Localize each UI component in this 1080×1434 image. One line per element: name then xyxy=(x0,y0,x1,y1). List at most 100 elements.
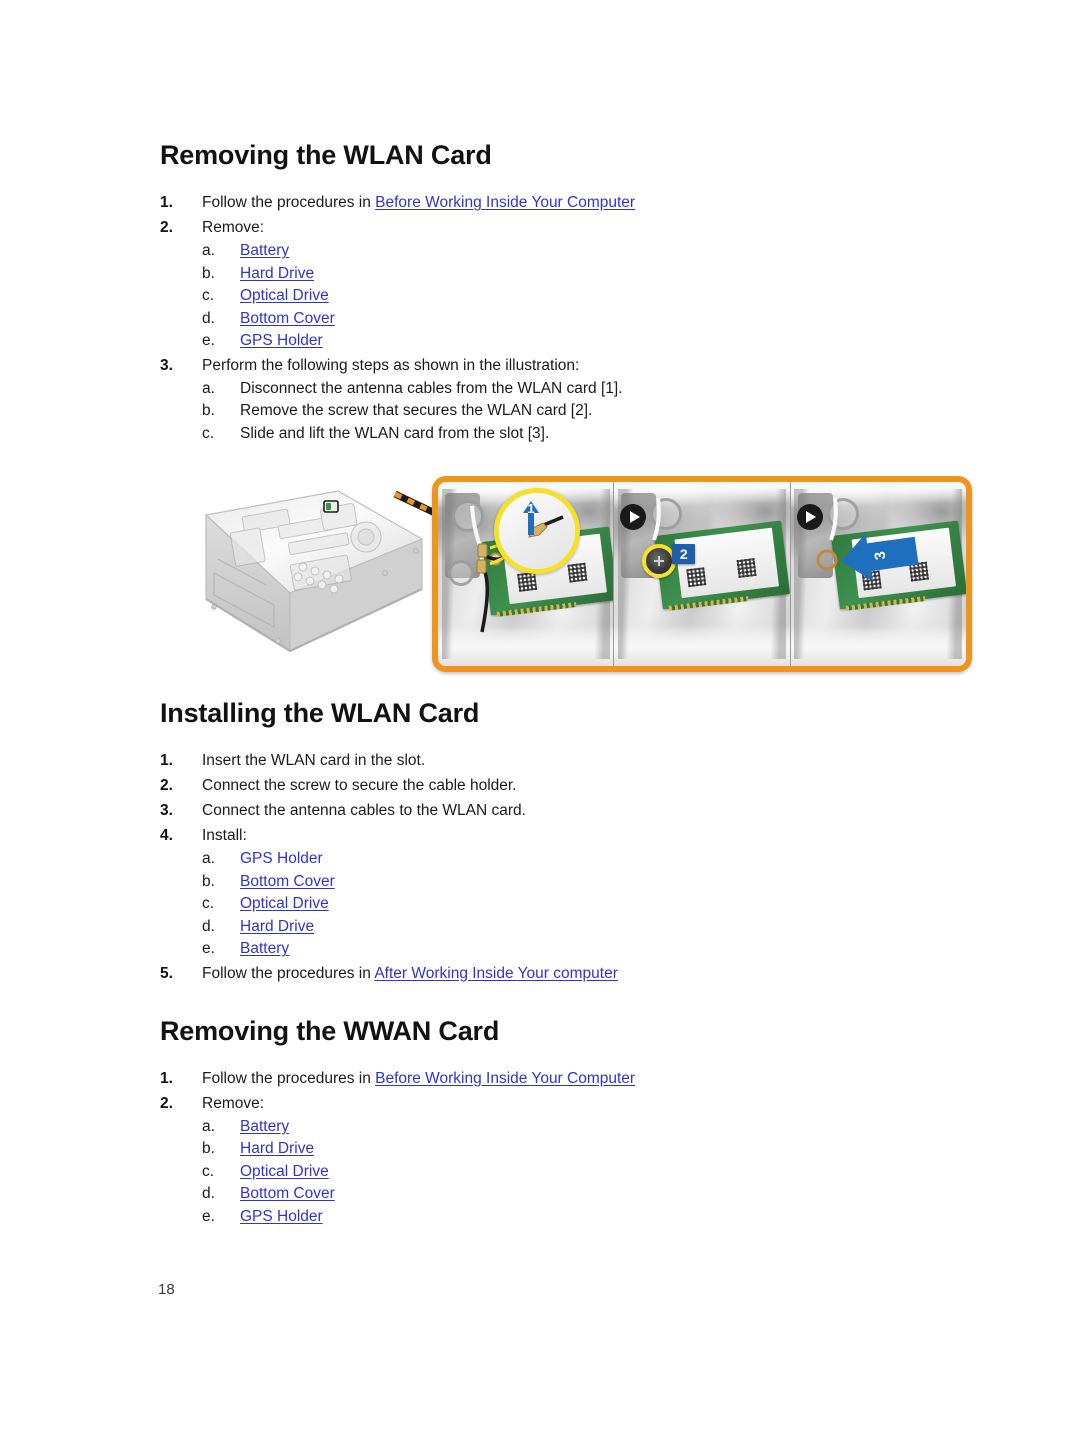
link-hard-drive[interactable]: Hard Drive xyxy=(240,265,314,282)
link-battery[interactable]: Battery xyxy=(240,1118,289,1135)
link-optical-drive[interactable]: Optical Drive xyxy=(240,287,329,304)
list-item: d. Hard Drive xyxy=(202,916,980,939)
step-number: 2. xyxy=(160,219,173,237)
play-arrow-icon xyxy=(796,504,823,531)
step-text: Install: xyxy=(202,827,247,845)
link-hard-drive[interactable]: Hard Drive xyxy=(240,918,314,935)
step-number: 2. xyxy=(160,777,173,795)
substep-letter: e. xyxy=(202,940,215,958)
magnifier-contents: 1 xyxy=(523,501,564,538)
substep-letter: d. xyxy=(202,309,215,327)
list-item: e. Battery xyxy=(202,938,980,961)
slide-arrow-callout-3: 3 xyxy=(841,533,919,582)
steps-list-removing-wwan: 1. Follow the procedures in Before Worki… xyxy=(160,1067,980,1229)
page-title-installing-wlan: Installing the WLAN Card xyxy=(160,698,480,729)
illustration-panel-3: 3 xyxy=(789,482,966,667)
document-page: Removing the WLAN Card 1. Follow the pro… xyxy=(0,0,1080,1434)
list-item: a. Battery xyxy=(202,240,980,263)
page-title-removing-wwan: Removing the WWAN Card xyxy=(160,1015,500,1046)
substep-letter: a. xyxy=(202,379,215,397)
page-content: Removing the WLAN Card 1. Follow the pro… xyxy=(160,140,980,1229)
substeps-list-remove: a. Battery b. Hard Drive c. Optical Driv… xyxy=(202,240,980,353)
illustration-panel-1: 1 xyxy=(438,482,614,667)
link-before-working-inside-your-computer[interactable]: Before Working Inside Your Computer xyxy=(375,194,635,211)
list-item: c. Slide and lift the WLAN card from the… xyxy=(202,423,980,446)
step-item: 1. Insert the WLAN card in the slot. xyxy=(160,749,980,773)
list-item: d. Bottom Cover xyxy=(202,1183,980,1206)
substep-letter: b. xyxy=(202,872,215,890)
substep-letter: a. xyxy=(202,242,215,260)
list-item: e. GPS Holder xyxy=(202,330,980,353)
chassis-ring-icon xyxy=(448,560,474,587)
list-item: c. Optical Drive xyxy=(202,893,980,916)
illustration-panel-2: 2 xyxy=(613,482,790,667)
link-before-working-inside-your-computer[interactable]: Before Working Inside Your Computer xyxy=(375,1070,635,1087)
list-item: a. Disconnect the antenna cables from th… xyxy=(202,378,980,401)
substep-letter: c. xyxy=(202,895,215,913)
list-item: b. Hard Drive xyxy=(202,263,980,286)
substep-letter: e. xyxy=(202,1207,215,1225)
substep-letter: c. xyxy=(202,1162,215,1180)
link-optical-drive[interactable]: Optical Drive xyxy=(240,1163,329,1180)
step-number: 5. xyxy=(160,964,173,982)
step-text: Insert the WLAN card in the slot. xyxy=(202,752,426,770)
step-item: 2. Remove: a. Battery b. Hard Drive c. O… xyxy=(160,216,980,353)
step-text: Remove: xyxy=(202,219,265,237)
substep-letter: e. xyxy=(202,332,215,350)
step-item: 3. Connect the antenna cables to the WLA… xyxy=(160,799,980,823)
link-optical-drive[interactable]: Optical Drive xyxy=(240,895,329,912)
steps-list-installing-wlan: 1. Insert the WLAN card in the slot. 2. … xyxy=(160,749,980,986)
substep-letter: c. xyxy=(202,287,215,305)
link-hard-drive[interactable]: Hard Drive xyxy=(240,1140,314,1157)
step-text: Connect the antenna cables to the WLAN c… xyxy=(202,802,526,820)
link-bottom-cover[interactable]: Bottom Cover xyxy=(240,310,335,327)
magnifier-callout-1: 1 xyxy=(494,488,580,575)
step-text: Connect the screw to secure the cable ho… xyxy=(202,777,517,795)
step-item: 1. Follow the procedures in Before Worki… xyxy=(160,191,980,215)
qr-code-icon xyxy=(516,571,537,592)
step-number: 3. xyxy=(160,802,173,820)
laptop-chassis-illustration xyxy=(170,481,430,661)
step-item: 3. Perform the following steps as shown … xyxy=(160,354,980,446)
link-battery[interactable]: Battery xyxy=(240,940,289,957)
step-number: 4. xyxy=(160,827,173,845)
chassis-ring-icon xyxy=(452,500,484,533)
list-item: b. Remove the screw that secures the WLA… xyxy=(202,400,980,423)
step-text: Perform the following steps as shown in … xyxy=(202,356,580,374)
qr-code-icon xyxy=(737,558,758,579)
step-text: Follow the procedures in xyxy=(202,1069,376,1087)
link-gps-holder[interactable]: GPS Holder xyxy=(240,850,323,867)
link-battery[interactable]: Battery xyxy=(240,242,289,259)
link-after-working-inside-your-computer[interactable]: After Working Inside Your computer xyxy=(374,965,618,982)
substep-letter: d. xyxy=(202,1185,215,1203)
step-number: 1. xyxy=(160,1069,173,1087)
callout-number-1-text: 1 xyxy=(527,501,534,516)
link-bottom-cover[interactable]: Bottom Cover xyxy=(240,873,335,890)
step-item: 1. Follow the procedures in Before Worki… xyxy=(160,1067,980,1091)
link-gps-holder[interactable]: GPS Holder xyxy=(240,332,323,349)
list-item: d. Bottom Cover xyxy=(202,308,980,331)
link-bottom-cover[interactable]: Bottom Cover xyxy=(240,1185,335,1202)
step-text: Follow the procedures in xyxy=(202,194,376,212)
list-item: b. Bottom Cover xyxy=(202,871,980,894)
substep-letter: b. xyxy=(202,264,215,282)
callout-badge-2: 2 xyxy=(672,544,696,565)
substep-letter: c. xyxy=(202,424,215,442)
step-text: Follow the procedures in xyxy=(202,964,375,982)
substep-letter: a. xyxy=(202,850,215,868)
list-item: a. Battery xyxy=(202,1116,980,1139)
list-item: e. GPS Holder xyxy=(202,1206,980,1229)
step-item: 4. Install: a. GPS Holder b. Bottom Cove… xyxy=(160,824,980,961)
substep-letter: d. xyxy=(202,917,215,935)
step-item: 2. Connect the screw to secure the cable… xyxy=(160,774,980,798)
qr-code-icon xyxy=(686,567,707,588)
list-item: c. Optical Drive xyxy=(202,285,980,308)
section-installing-wlan-card: Installing the WLAN Card 1. Insert the W… xyxy=(160,698,980,986)
list-item: c. Optical Drive xyxy=(202,1161,980,1184)
chassis-ring-icon xyxy=(826,498,859,531)
step-item: 5. Follow the procedures in After Workin… xyxy=(160,962,980,986)
substeps-list-install: a. GPS Holder b. Bottom Cover c. Optical… xyxy=(202,848,980,961)
link-gps-holder[interactable]: GPS Holder xyxy=(240,1208,323,1225)
step-number: 3. xyxy=(160,356,173,374)
laptop-svg xyxy=(204,490,424,653)
